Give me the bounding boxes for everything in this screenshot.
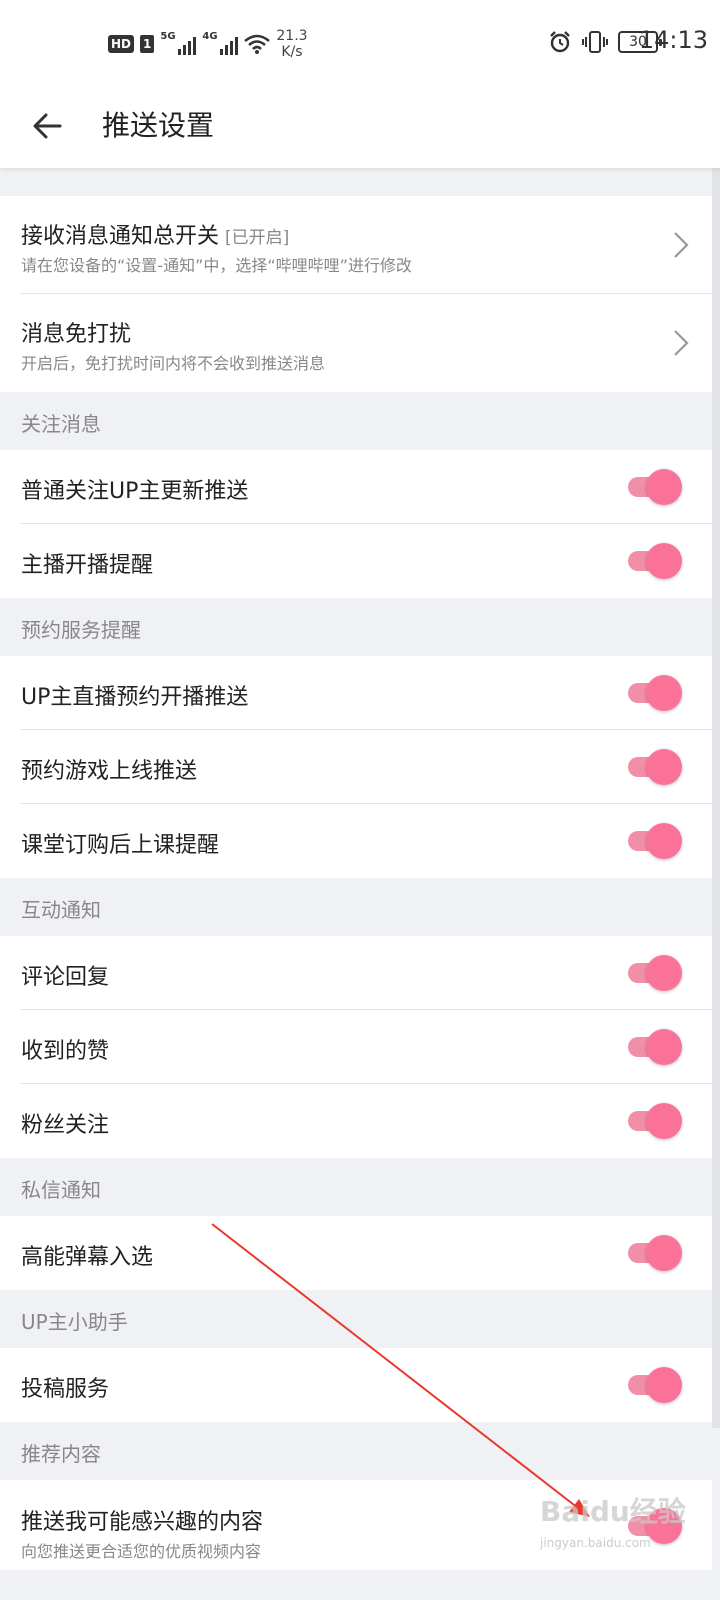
app-header: 推送设置	[0, 90, 720, 168]
section-header-follow: 关注消息	[0, 392, 712, 450]
row-label: 普通关注UP主更新推送	[21, 479, 249, 504]
row-label: 投稿服务	[21, 1377, 110, 1402]
setting-row: 普通关注UP主更新推送	[0, 450, 712, 524]
toggle-switch[interactable]	[628, 541, 682, 581]
toggle-switch[interactable]	[628, 1365, 682, 1405]
row-label: 预约游戏上线推送	[21, 759, 198, 784]
status-bar: HD 1 5G 4G 21.3 K/s 30 14:13	[0, 0, 720, 90]
status-badge: [已开启]	[225, 228, 290, 248]
section-header-interaction: 互动通知	[0, 878, 712, 936]
signal-4g-icon: 4G	[202, 31, 239, 55]
sim-indicator: 1	[140, 35, 155, 53]
network-speed: 21.3 K/s	[276, 28, 308, 60]
setting-row: 高能弹幕入选	[0, 1216, 712, 1290]
toggle-switch[interactable]	[628, 953, 682, 993]
row-label: 推送我可能感兴趣的内容	[21, 1510, 264, 1535]
setting-row: 收到的赞	[0, 1010, 712, 1084]
section-header-up-helper: UP主小助手	[0, 1290, 712, 1348]
settings-list: 接收消息通知总开关 [已开启] 请在您设备的“设置-通知”中，选择“哔哩哔哩”进行…	[0, 168, 720, 1570]
row-description: 请在您设备的“设置-通知”中，选择“哔哩哔哩”进行修改	[21, 256, 412, 275]
row-label: UP主直播预约开播推送	[21, 685, 249, 710]
row-label: 接收消息通知总开关 [已开启]	[21, 224, 290, 249]
setting-row: 预约游戏上线推送	[0, 730, 712, 804]
master-notification-switch-row[interactable]: 接收消息通知总开关 [已开启] 请在您设备的“设置-通知”中，选择“哔哩哔哩”进行…	[0, 196, 712, 294]
vibrate-icon	[582, 31, 608, 53]
page-title: 推送设置	[102, 109, 215, 142]
section-header-recommend: 推荐内容	[0, 1422, 712, 1480]
row-label: 消息免打扰	[21, 322, 132, 347]
toggle-switch[interactable]	[628, 1101, 682, 1141]
wifi-icon	[244, 34, 271, 54]
row-label: 课堂订购后上课提醒	[21, 833, 220, 858]
setting-row: 评论回复	[0, 936, 712, 1010]
toggle-switch[interactable]	[628, 821, 682, 861]
row-label: 评论回复	[21, 965, 110, 990]
row-label: 收到的赞	[21, 1039, 110, 1064]
toggle-switch[interactable]	[628, 673, 682, 713]
chevron-right-icon	[674, 330, 689, 356]
back-arrow-icon[interactable]	[30, 106, 70, 146]
toggle-switch[interactable]	[628, 467, 682, 507]
toggle-switch[interactable]	[628, 1027, 682, 1067]
hd-voice-icon: HD	[108, 35, 135, 53]
setting-row: 主播开播提醒	[0, 524, 712, 598]
section-header-booking: 预约服务提醒	[0, 598, 712, 656]
row-description: 向您推送更合适您的优质视频内容	[21, 1542, 262, 1561]
toggle-switch[interactable]	[628, 1233, 682, 1273]
do-not-disturb-row[interactable]: 消息免打扰 开启后，免打扰时间内将不会收到推送消息	[0, 294, 712, 392]
setting-row: UP主直播预约开播推送	[0, 656, 712, 730]
chevron-right-icon	[674, 232, 689, 258]
signal-5g-icon: 5G	[160, 31, 197, 55]
section-header-messages: 私信通知	[0, 1158, 712, 1216]
row-label: 高能弹幕入选	[21, 1245, 154, 1270]
setting-row: 粉丝关注	[0, 1084, 712, 1158]
baidu-watermark-logo: Baidu经验 jingyan.baidu.com	[540, 1495, 686, 1550]
row-description: 开启后，免打扰时间内将不会收到推送消息	[21, 354, 326, 373]
alarm-icon	[550, 31, 570, 53]
toggle-switch[interactable]	[628, 747, 682, 787]
setting-row: 投稿服务	[0, 1348, 712, 1422]
setting-row: 课堂订购后上课提醒	[0, 804, 712, 878]
row-label: 主播开播提醒	[21, 553, 154, 578]
row-label: 粉丝关注	[21, 1113, 110, 1138]
clock: 14:13	[638, 26, 708, 54]
